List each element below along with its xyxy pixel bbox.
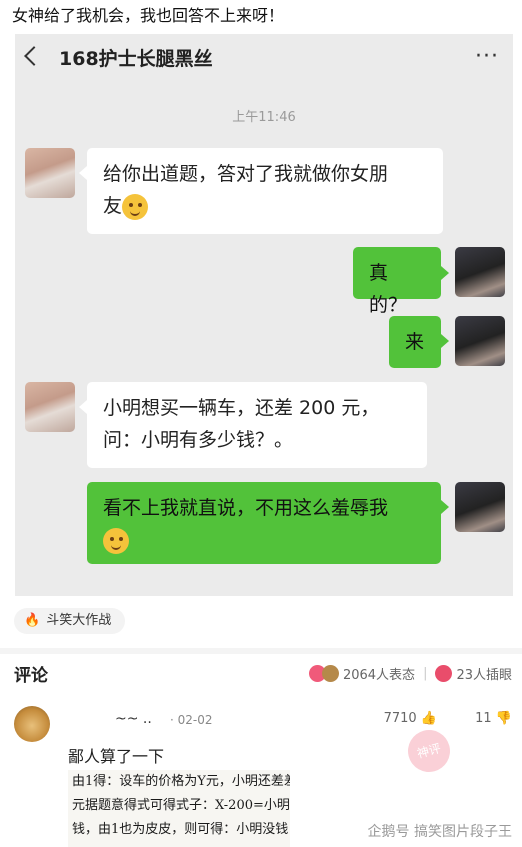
emoji-reaction-icon: [321, 665, 339, 682]
bubble-tail: [79, 400, 87, 414]
comment-date: · 02-02: [170, 713, 213, 727]
like-count: 7710: [383, 711, 417, 726]
comments-title: 评论: [14, 666, 48, 686]
bubble-tail: [441, 500, 449, 514]
handwritten-line: 钱，由1也为皮皮，则可得：小明没钱！: [72, 822, 290, 837]
section-divider: [0, 648, 522, 654]
user-avatar[interactable]: [455, 482, 505, 532]
message-text-line2: [103, 524, 425, 556]
comment-text: 鄙人算了一下: [68, 747, 165, 766]
thumb-up-icon: 👍: [420, 711, 437, 726]
message-text-line2: 友: [103, 190, 427, 222]
eyes-icon: [435, 665, 453, 682]
commenter-avatar[interactable]: [14, 706, 50, 742]
topic-tag-label: 斗笑大作战: [46, 613, 112, 628]
flame-icon: 🔥: [24, 613, 41, 628]
peek-count: 23人插眼: [456, 668, 512, 683]
post-title: 女神给了我机会，我也回答不上来呀！: [12, 6, 285, 25]
message-bubble-left: 小明想买一辆车，还差 200 元， 问：小明有多少钱？。: [87, 382, 427, 468]
source-watermark: 企鹅号 搞笑图片段子王: [367, 824, 512, 840]
wink-emoji-icon: [122, 193, 149, 220]
reply-count: 11: [475, 711, 492, 726]
message-timestamp: 上午11:46: [232, 110, 296, 125]
reaction-summary[interactable]: 2064人表态 | 23人插眼: [308, 664, 512, 683]
more-options-icon[interactable]: ···: [475, 44, 499, 69]
handwritten-line: 由1得：设车的价格为Y元，小明还差差200: [72, 774, 290, 789]
thumb-down-icon: 👎: [495, 711, 512, 726]
message-bubble-left: 给你出道题，答对了我就做你女朋 友: [87, 148, 443, 234]
smile-emoji-icon: [103, 527, 129, 554]
bubble-tail: [79, 166, 87, 180]
message-bubble-right: 看不上我就直说，不用这么羞辱我: [87, 482, 441, 564]
reactions-count: 2064人表态: [342, 668, 416, 683]
comment-reply-button[interactable]: 11 👎: [475, 711, 512, 726]
separator: |: [423, 666, 428, 681]
contact-avatar[interactable]: [25, 382, 75, 432]
message-bubble-right: 来: [389, 316, 441, 368]
chat-contact-name: 168护士长腿黑丝: [59, 48, 213, 70]
user-avatar[interactable]: [455, 316, 505, 366]
message-text: 给你出道题，答对了我就做你女朋: [103, 163, 389, 185]
chat-screenshot: 168护士长腿黑丝 ··· 上午11:46 给你出道题，答对了我就做你女朋 友 …: [15, 34, 513, 596]
comment-image[interactable]: 由1得：设车的价格为Y元，小明还差差200 元据题意得式可得式子：X-200=小…: [68, 770, 290, 847]
commenter-name[interactable]: ~~ ..: [115, 711, 152, 727]
message-text: 真的？: [369, 262, 408, 316]
bubble-tail: [441, 334, 449, 348]
message-text: 看不上我就直说，不用这么羞辱我: [103, 497, 389, 519]
message-bubble-right: 真的？: [353, 247, 441, 316]
chat-header: 168护士长腿黑丝 ···: [15, 34, 513, 84]
handwritten-line: 元据题意得式可得式子：X-200=小明: [72, 798, 290, 813]
bubble-tail: [441, 266, 449, 280]
comments-header: 评论 2064人表态 | 23人插眼: [0, 658, 522, 688]
user-avatar[interactable]: [455, 247, 505, 297]
message-text-line2: 问：小明有多少钱？。: [103, 429, 294, 451]
comment-like-button[interactable]: 7710 👍: [384, 711, 437, 726]
back-arrow-icon[interactable]: [24, 46, 44, 66]
topic-tag[interactable]: 🔥 斗笑大作战: [14, 608, 126, 634]
message-text: 小明想买一辆车，还差 200 元，: [103, 397, 380, 419]
message-text: 来: [405, 331, 425, 353]
contact-avatar[interactable]: [25, 148, 75, 198]
